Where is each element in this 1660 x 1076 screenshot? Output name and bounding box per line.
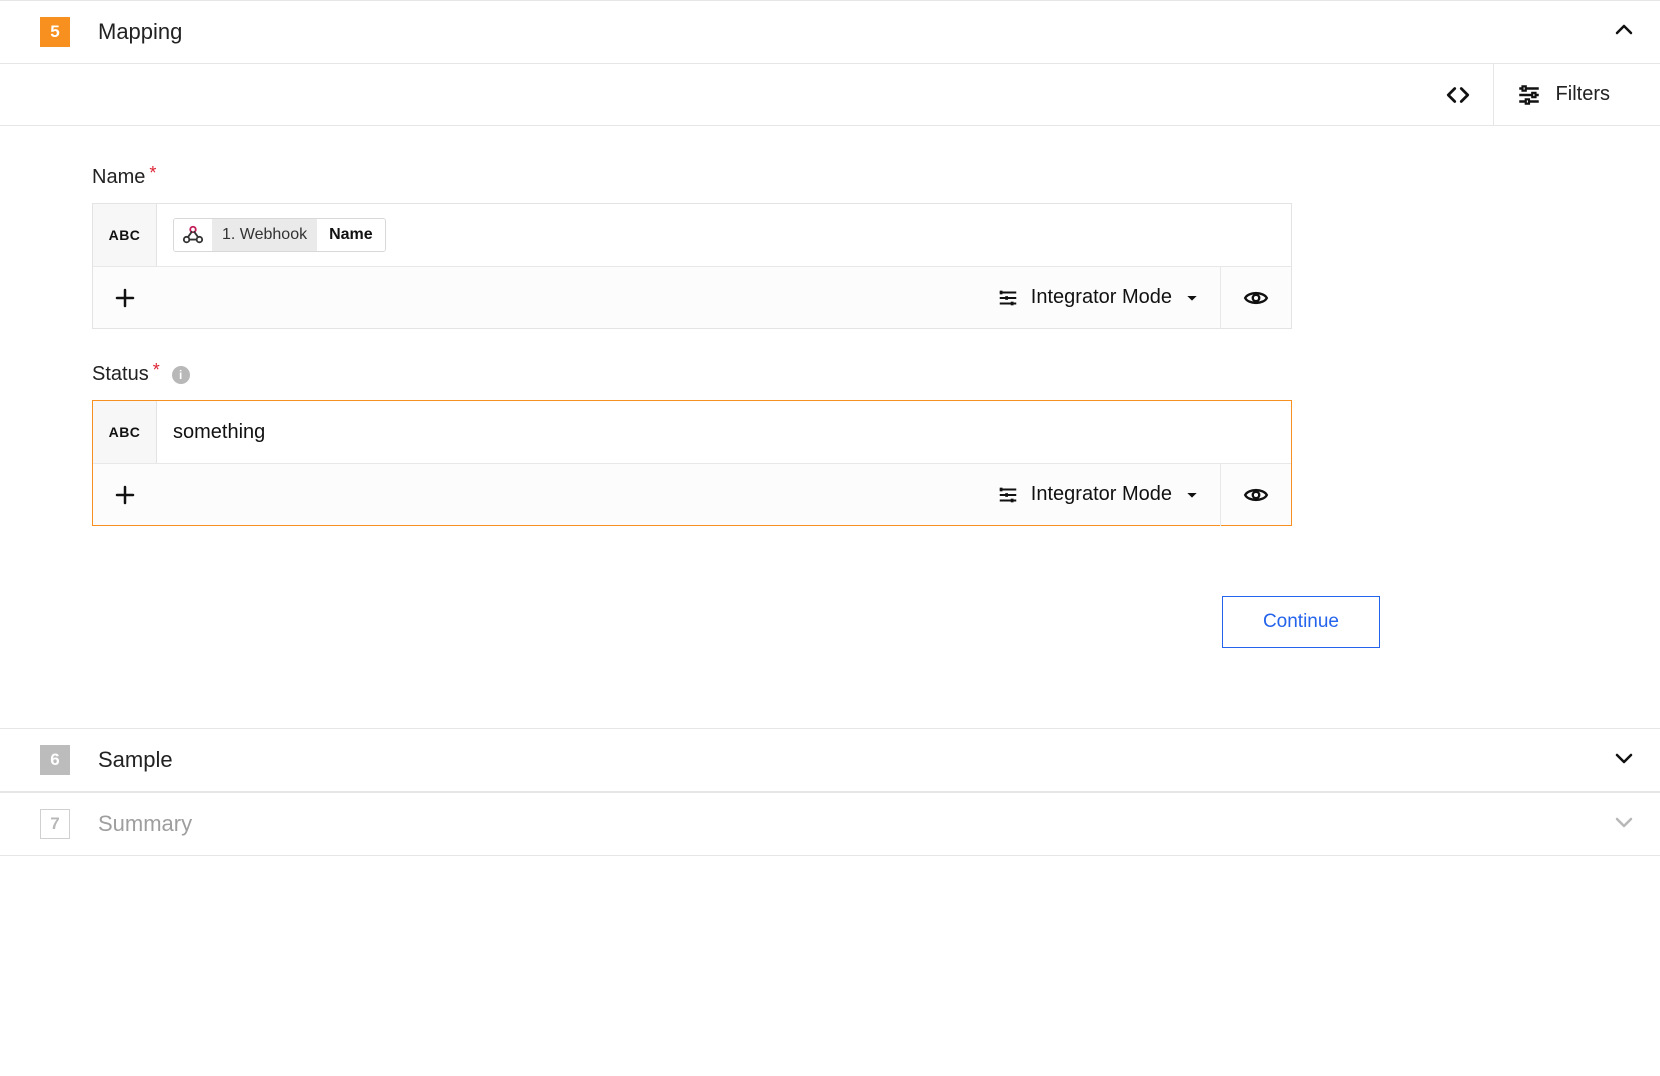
field-name: Name* ABC bbox=[92, 166, 1292, 329]
status-input[interactable] bbox=[173, 421, 1275, 444]
section-sample-header[interactable]: 6 Sample bbox=[0, 728, 1660, 792]
step-number-badge: 5 bbox=[40, 17, 70, 47]
section-mapping-header[interactable]: 5 Mapping bbox=[0, 0, 1660, 64]
mode-label: Integrator Mode bbox=[1031, 286, 1172, 309]
caret-down-icon bbox=[1184, 487, 1200, 503]
continue-button[interactable]: Continue bbox=[1222, 596, 1380, 648]
preview-button[interactable] bbox=[1221, 482, 1291, 508]
section-title: Mapping bbox=[98, 19, 182, 45]
pill-key: Name bbox=[317, 219, 385, 251]
eye-icon bbox=[1243, 482, 1269, 508]
required-asterisk: * bbox=[153, 360, 160, 381]
caret-down-icon bbox=[1184, 290, 1200, 306]
mapping-toolbar: Filters bbox=[0, 64, 1660, 126]
type-badge-abc: ABC bbox=[93, 401, 157, 463]
preview-button[interactable] bbox=[1221, 285, 1291, 311]
add-button[interactable] bbox=[93, 483, 157, 507]
code-icon bbox=[1445, 82, 1471, 108]
chevron-down-icon bbox=[1612, 746, 1636, 775]
status-input-card: ABC bbox=[92, 400, 1292, 526]
plus-icon bbox=[113, 286, 137, 310]
code-toggle-button[interactable] bbox=[1423, 64, 1493, 126]
plus-icon bbox=[113, 483, 137, 507]
filters-button[interactable]: Filters bbox=[1494, 64, 1632, 126]
required-asterisk: * bbox=[149, 163, 156, 184]
label-text: Status bbox=[92, 363, 149, 386]
mode-dropdown[interactable]: Integrator Mode bbox=[977, 483, 1220, 506]
name-input-card: ABC bbox=[92, 203, 1292, 329]
step-number-badge: 6 bbox=[40, 745, 70, 775]
step-number-badge: 7 bbox=[40, 809, 70, 839]
status-value-area[interactable] bbox=[157, 421, 1291, 444]
add-button[interactable] bbox=[93, 286, 157, 310]
name-value-area[interactable]: 1. Webhook Name bbox=[157, 218, 1291, 252]
section-summary-header[interactable]: 7 Summary bbox=[0, 792, 1660, 856]
section-title: Sample bbox=[98, 747, 173, 773]
data-pill[interactable]: 1. Webhook Name bbox=[173, 218, 386, 252]
chevron-down-icon bbox=[1612, 810, 1636, 839]
mode-label: Integrator Mode bbox=[1031, 483, 1172, 506]
label-text: Name bbox=[92, 166, 145, 189]
field-status: Status* i ABC bbox=[92, 363, 1292, 526]
pill-source: 1. Webhook bbox=[212, 219, 317, 251]
info-icon[interactable]: i bbox=[172, 366, 190, 384]
list-icon bbox=[997, 287, 1019, 309]
type-badge-abc: ABC bbox=[93, 204, 157, 266]
field-status-label: Status* i bbox=[92, 363, 1292, 386]
mode-dropdown[interactable]: Integrator Mode bbox=[977, 286, 1220, 309]
section-title: Summary bbox=[98, 811, 192, 837]
sliders-icon bbox=[1516, 82, 1542, 108]
chevron-up-icon bbox=[1612, 18, 1636, 47]
eye-icon bbox=[1243, 285, 1269, 311]
webhook-icon bbox=[174, 219, 212, 251]
list-icon bbox=[997, 484, 1019, 506]
field-name-label: Name* bbox=[92, 166, 1292, 189]
filters-label: Filters bbox=[1556, 83, 1610, 106]
